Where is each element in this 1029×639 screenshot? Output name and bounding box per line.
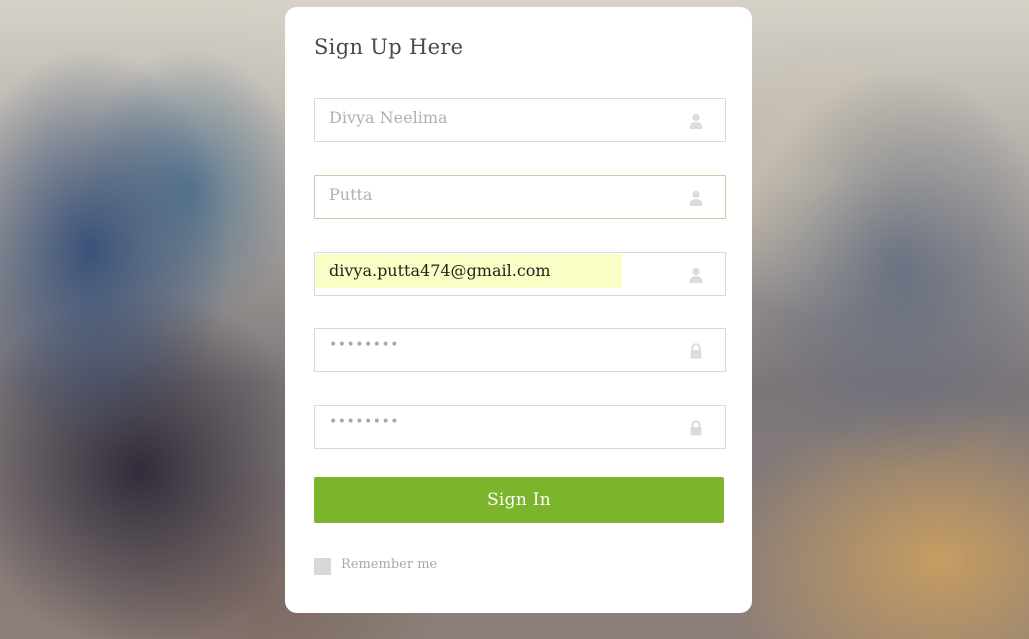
first-name-value: Divya Neelima: [329, 108, 448, 127]
password-value: ••••••••: [329, 337, 400, 353]
form-title: Sign Up Here: [314, 35, 464, 59]
password-field[interactable]: ••••••••: [314, 328, 726, 372]
last-name-value: Putta: [329, 185, 373, 204]
remember-me-label: Remember me: [341, 557, 438, 572]
email-value: divya.putta474@gmail.com: [329, 261, 551, 280]
confirm-password-value: ••••••••: [329, 414, 400, 430]
confirm-password-field[interactable]: ••••••••: [314, 405, 726, 449]
lock-icon: [690, 420, 702, 436]
first-name-field[interactable]: Divya Neelima: [314, 98, 726, 142]
user-icon: [689, 190, 703, 206]
user-icon: [689, 113, 703, 129]
email-field[interactable]: divya.putta474@gmail.com: [314, 252, 726, 296]
last-name-field[interactable]: Putta: [314, 175, 726, 219]
lock-icon: [690, 343, 702, 359]
sign-in-button[interactable]: Sign In: [314, 477, 724, 523]
signup-card: Sign Up Here Divya Neelima Putta divya.p…: [285, 7, 752, 613]
user-icon: [689, 267, 703, 283]
remember-me-checkbox[interactable]: [314, 558, 331, 575]
